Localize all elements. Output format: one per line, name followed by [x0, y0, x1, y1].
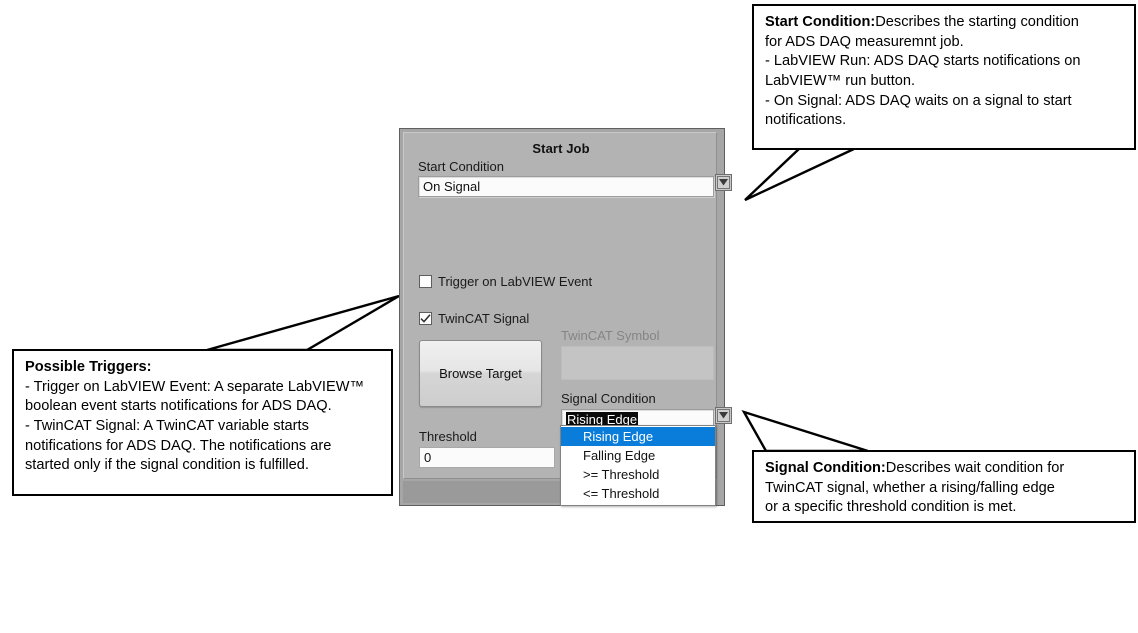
- callout-start-condition-line4: LabVIEW™ run button.: [765, 72, 916, 89]
- callout-start-condition-body1: Describes the starting condition: [875, 14, 1079, 30]
- twincat-symbol-input[interactable]: [561, 346, 714, 380]
- callout-possible-triggers-line5: started only if the signal condition is …: [25, 457, 309, 474]
- callout-start-condition-line1: Start Condition:Describes the starting c…: [765, 13, 1125, 33]
- chevron-down-icon: [717, 176, 730, 189]
- trigger-on-labview-event-label: Trigger on LabVIEW Event: [438, 274, 593, 289]
- callout-possible-triggers-line3: - TwinCAT Signal: A TwinCAT variable sta…: [25, 417, 309, 434]
- callout-start-condition-line5: - On Signal: ADS DAQ waits on a signal t…: [765, 92, 1072, 109]
- start-condition-label: Start Condition: [418, 159, 504, 174]
- callout-possible-triggers-line2: boolean event starts notifications for A…: [25, 398, 332, 415]
- page-title: Start Job: [532, 141, 590, 156]
- callout-possible-triggers-line1: - Trigger on LabVIEW Event: A separate L…: [25, 378, 365, 395]
- checkbox-unchecked-icon[interactable]: [419, 275, 432, 288]
- twincat-symbol-label: TwinCAT Symbol: [561, 328, 660, 343]
- threshold-label: Threshold: [419, 429, 477, 444]
- callout-start-condition-line2: for ADS DAQ measuremnt job.: [765, 33, 964, 50]
- callout-possible-triggers-title-line: Possible Triggers:: [25, 358, 382, 378]
- signal-condition-dropdown-button[interactable]: [715, 407, 732, 424]
- callout-start-condition-line6: notifications.: [765, 112, 847, 129]
- threshold-input[interactable]: 0: [419, 447, 555, 468]
- dropdown-option-falling-edge[interactable]: Falling Edge: [561, 446, 715, 465]
- callout-signal-condition-line3: or a specific threshold condition is met…: [765, 499, 1017, 516]
- browse-target-button[interactable]: Browse Target: [419, 340, 542, 407]
- dropdown-option-rising-edge[interactable]: Rising Edge: [561, 427, 715, 446]
- callout-signal-condition-line1: Signal Condition:Describes wait conditio…: [765, 459, 1125, 479]
- callout-start-condition: Start Condition:Describes the starting c…: [752, 4, 1136, 150]
- dropdown-option-ge-threshold[interactable]: >= Threshold: [561, 465, 715, 484]
- callout-signal-condition-title: Signal Condition:: [765, 460, 886, 476]
- start-condition-dropdown-button[interactable]: [715, 174, 732, 191]
- callout-start-condition-title: Start Condition:: [765, 14, 876, 30]
- browse-target-button-label: Browse Target: [439, 366, 522, 381]
- dropdown-option-le-threshold[interactable]: <= Threshold: [561, 484, 715, 503]
- callout-possible-triggers-title: Possible Triggers:: [25, 359, 152, 375]
- signal-condition-label: Signal Condition: [561, 391, 656, 406]
- callout-possible-triggers: Possible Triggers: - Trigger on LabVIEW …: [12, 349, 393, 496]
- callout-signal-condition-line2: TwinCAT signal, whether a rising/falling…: [765, 479, 1055, 496]
- signal-condition-dropdown-list[interactable]: Rising Edge Falling Edge >= Threshold <=…: [560, 425, 716, 506]
- callout-possible-triggers-line4: notifications for ADS DAQ. The notificat…: [25, 437, 332, 454]
- callout-start-condition-line3: - LabVIEW Run: ADS DAQ starts notificati…: [765, 53, 1081, 70]
- trigger-on-labview-event-checkbox-row[interactable]: Trigger on LabVIEW Event: [419, 274, 592, 289]
- start-condition-input[interactable]: On Signal: [418, 176, 714, 197]
- checkbox-checked-icon[interactable]: [419, 312, 432, 325]
- callout-signal-condition: Signal Condition:Describes wait conditio…: [752, 450, 1136, 523]
- callout-signal-condition-body1: Describes wait condition for: [885, 460, 1065, 476]
- start-job-dialog: Start Job Start Condition On Signal Trig…: [399, 128, 732, 506]
- chevron-down-icon: [717, 409, 730, 422]
- twincat-signal-checkbox-row[interactable]: TwinCAT Signal: [419, 311, 529, 326]
- twincat-signal-label: TwinCAT Signal: [438, 311, 530, 326]
